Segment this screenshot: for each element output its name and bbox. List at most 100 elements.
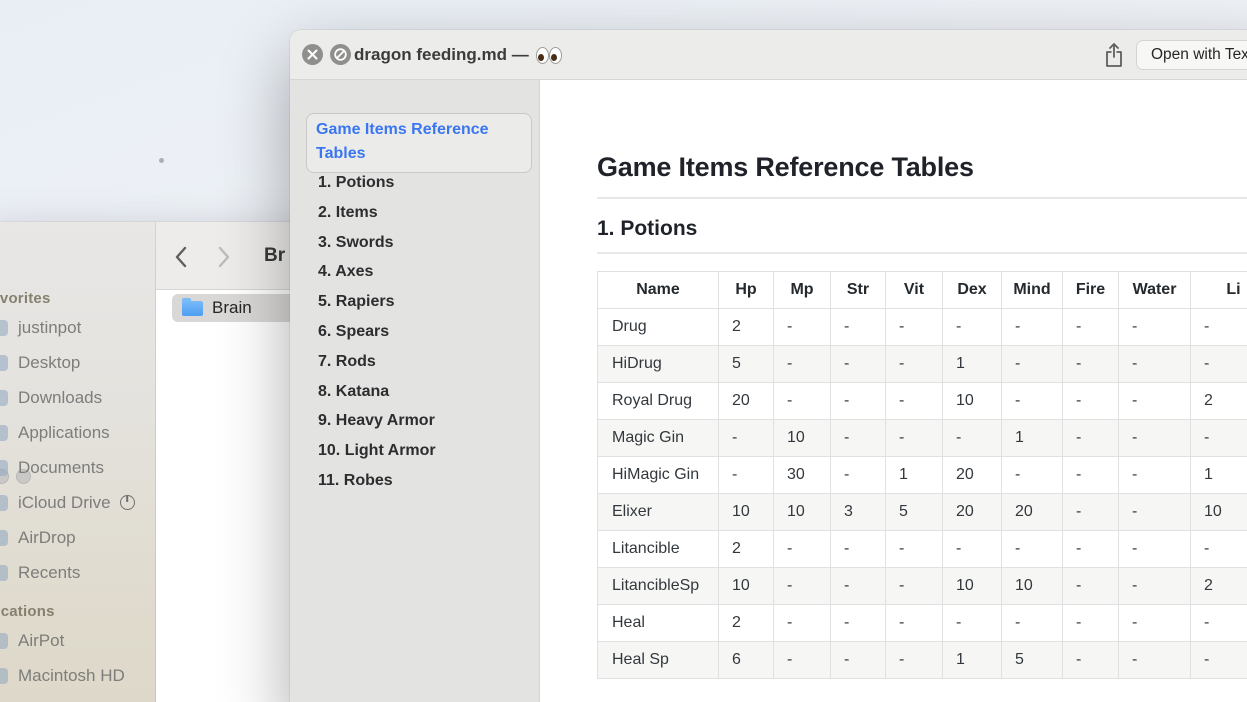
table-cell: HiMagic Gin [598, 457, 719, 494]
table-cell: - [774, 383, 831, 420]
table-cell: - [1191, 309, 1247, 346]
table-cell: - [1002, 383, 1063, 420]
sidebar-item-applications[interactable]: Applications [0, 415, 156, 450]
table-cell: - [831, 420, 886, 457]
toc-item-7-rods[interactable]: 7. Rods [290, 347, 540, 377]
table-cell: - [831, 642, 886, 679]
sidebar-item-desktop[interactable]: Desktop [0, 345, 156, 380]
table-cell: - [1063, 568, 1119, 605]
table-cell: - [774, 346, 831, 383]
table-cell: 1 [943, 346, 1002, 383]
toc-item-6-spears[interactable]: 6. Spears [290, 317, 540, 347]
table-cell: - [831, 346, 886, 383]
table-cell: 2 [1191, 568, 1247, 605]
table-header-row: NameHpMpStrVitDexMindFireWaterLi [598, 272, 1247, 309]
table-cell: 20 [943, 494, 1002, 531]
table-cell: - [774, 531, 831, 568]
table-cell: - [943, 605, 1002, 642]
table-cell: 30 [774, 457, 831, 494]
finder-window-title: Br [264, 222, 285, 290]
table-cell: 1 [886, 457, 943, 494]
toc-item-10-light-armor[interactable]: 10. Light Armor [290, 436, 540, 466]
table-cell: - [774, 568, 831, 605]
column-header-vit: Vit [886, 272, 943, 309]
table-cell: Magic Gin [598, 420, 719, 457]
sidebar-item-macintosh-hd[interactable]: Macintosh HD [0, 658, 156, 693]
table-cell: - [943, 309, 1002, 346]
table-cell: - [886, 420, 943, 457]
table-cell: Litancible [598, 531, 719, 568]
share-icon[interactable] [1103, 42, 1125, 69]
table-cell: 10 [774, 494, 831, 531]
table-cell: - [1002, 346, 1063, 383]
table-cell: Heal [598, 605, 719, 642]
sidebar-item-airdrop[interactable]: AirDrop [0, 520, 156, 555]
table-cell: - [1119, 457, 1191, 494]
table-cell: - [831, 457, 886, 494]
desktop: Favorites justinpotDesktop Downloads Applic… [0, 0, 1247, 702]
toc-item-1-potions[interactable]: 1. Potions [290, 168, 540, 198]
table-cell: - [831, 531, 886, 568]
sidebar-item-label: AirDrop [10, 528, 76, 548]
sidebar-item-downloads[interactable]: Downloads [0, 380, 156, 415]
table-cell: - [1002, 457, 1063, 494]
table-cell: - [943, 420, 1002, 457]
sidebar-section-label: Favorites [0, 290, 156, 308]
toc-item-2-items[interactable]: 2. Items [290, 198, 540, 228]
toc-item-9-heavy-armor[interactable]: 9. Heavy Armor [290, 406, 540, 436]
column-header-li: Li [1191, 272, 1247, 309]
table-cell: - [886, 383, 943, 420]
close-icon[interactable] [302, 44, 323, 65]
sidebar-item-documents[interactable]: Documents [0, 450, 156, 485]
applications-icon [0, 425, 8, 441]
toc-item-4-axes[interactable]: 4. Axes [290, 257, 540, 287]
sidebar-item-recents[interactable]: Recents [0, 555, 156, 590]
table-cell: - [1063, 383, 1119, 420]
table-cell: - [1063, 309, 1119, 346]
table-cell: - [1063, 494, 1119, 531]
doc-heading: Game Items Reference Tables [597, 152, 1247, 199]
quicklook-title: dragon feeding.md — [354, 30, 563, 80]
prohibited-icon[interactable] [330, 44, 351, 65]
table-cell: 1 [1002, 420, 1063, 457]
column-header-hp: Hp [719, 272, 774, 309]
sidebar-item-icloud-drive[interactable]: iCloud Drive [0, 485, 156, 520]
table-cell: 20 [943, 457, 1002, 494]
table-cell: - [1191, 420, 1247, 457]
table-cell: 5 [1002, 642, 1063, 679]
table-cell: - [1119, 642, 1191, 679]
sidebar-item-airpot[interactable]: AirPot [0, 623, 156, 658]
toc-item-8-katana[interactable]: 8. Katana [290, 377, 540, 407]
toc-active-item[interactable]: Game Items Reference Tables [306, 113, 532, 173]
sidebar-item-label: Applications [10, 423, 110, 443]
toc-item-11-robes[interactable]: 11. Robes [290, 466, 540, 496]
table-cell: 2 [719, 605, 774, 642]
sidebar-item-justinpot[interactable]: justinpot [0, 310, 156, 345]
table-cell: 1 [943, 642, 1002, 679]
sidebar-item-label: Downloads [10, 388, 102, 408]
table-cell: - [886, 642, 943, 679]
sidebar-item-label: iCloud Drive [10, 493, 111, 513]
back-button[interactable] [174, 246, 187, 268]
table-cell: 10 [719, 494, 774, 531]
doc-subheading: 1. Potions [597, 217, 1247, 254]
table-row: Magic Gin-10---1--- [598, 420, 1247, 457]
column-header-name: Name [598, 272, 719, 309]
table-cell: HiDrug [598, 346, 719, 383]
table-cell: - [1119, 605, 1191, 642]
table-cell: 1 [1191, 457, 1247, 494]
table-cell: 20 [719, 383, 774, 420]
toc-item-3-swords[interactable]: 3. Swords [290, 228, 540, 258]
table-cell: - [719, 457, 774, 494]
table-cell: - [1063, 531, 1119, 568]
toc-item-5-rapiers[interactable]: 5. Rapiers [290, 287, 540, 317]
table-cell: 5 [719, 346, 774, 383]
table-cell: - [719, 420, 774, 457]
open-with-button[interactable]: Open with Tex [1136, 40, 1247, 70]
table-cell: - [1002, 309, 1063, 346]
table-row: Heal Sp6---15--- [598, 642, 1247, 679]
table-row: Drug2-------- [598, 309, 1247, 346]
forward-button[interactable] [218, 246, 231, 268]
table-row: LitancibleSp10---1010--2 [598, 568, 1247, 605]
table-cell: - [1119, 531, 1191, 568]
